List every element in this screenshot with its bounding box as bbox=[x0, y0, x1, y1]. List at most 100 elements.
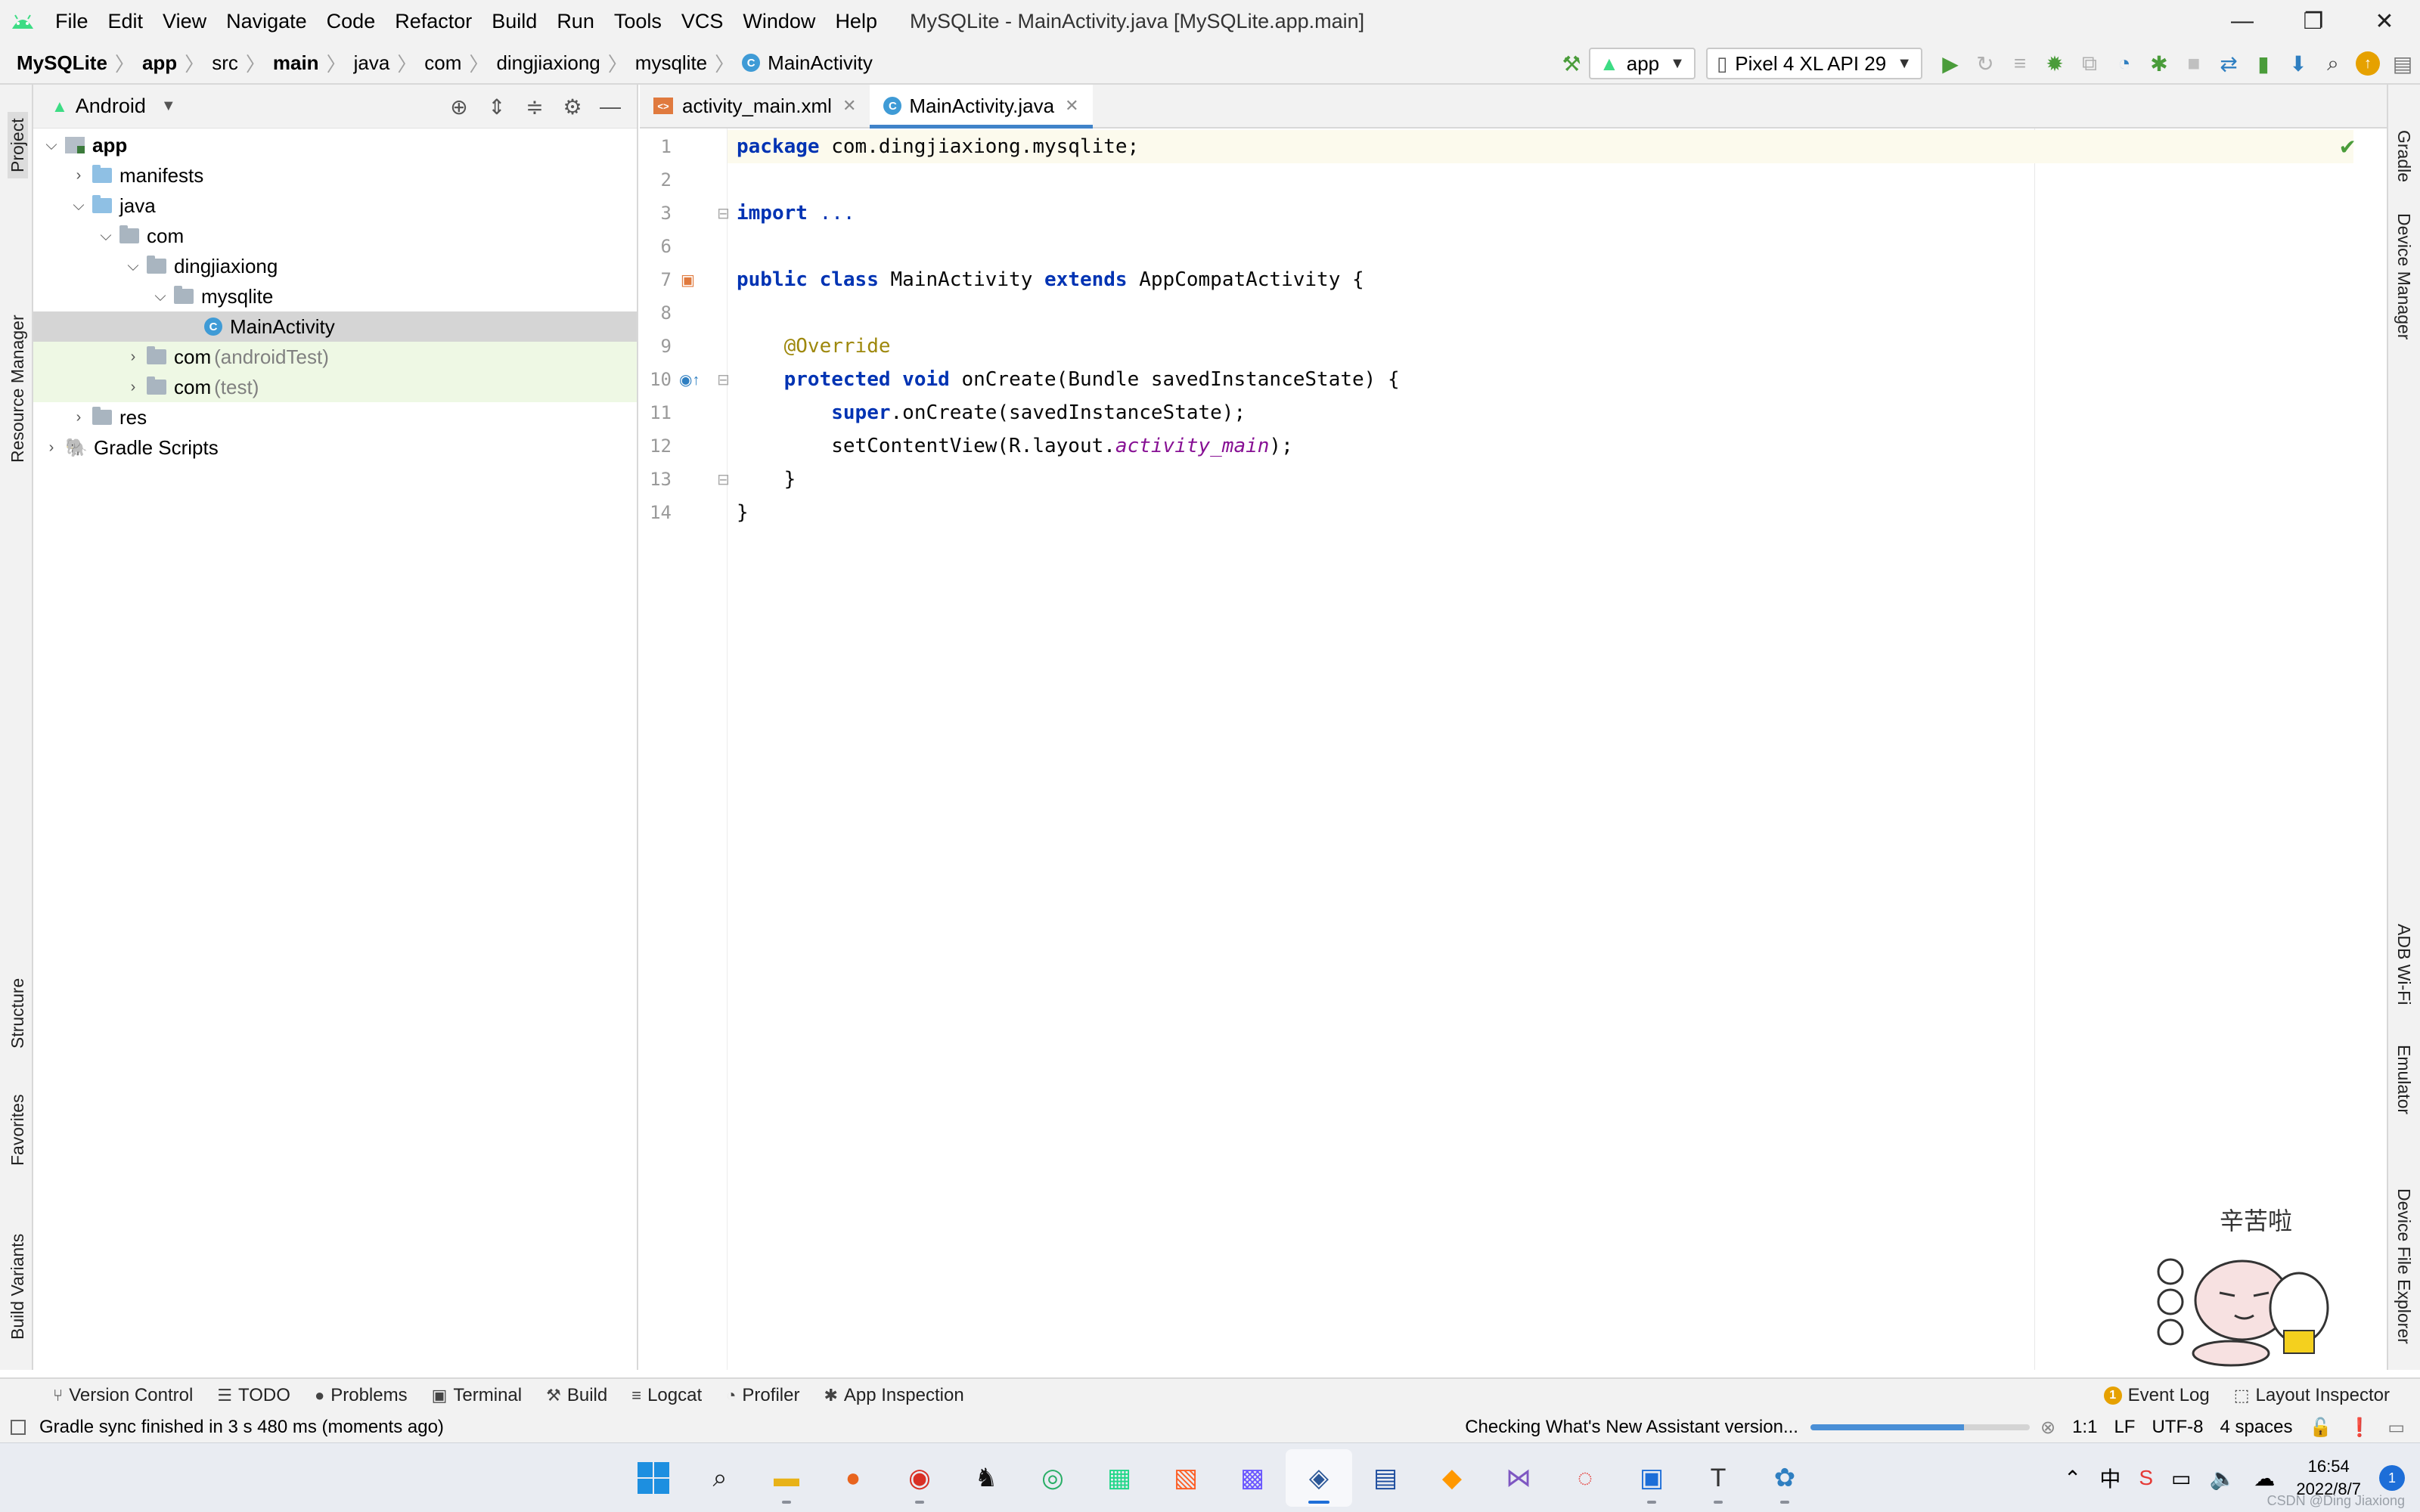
chevron-up-icon[interactable]: ⌃ bbox=[2064, 1466, 2081, 1491]
chevron-down-icon[interactable]: ⌵ bbox=[147, 288, 174, 305]
menu-window[interactable]: Window bbox=[733, 0, 825, 42]
tree-item-gradle-scripts[interactable]: › 🐘 Gradle Scripts bbox=[33, 432, 637, 463]
todo-tool[interactable]: ☰ TODO bbox=[217, 1385, 290, 1406]
event-log-tool[interactable]: 1 Event Log bbox=[2103, 1385, 2210, 1406]
chevron-down-icon[interactable]: ⌵ bbox=[65, 197, 92, 215]
run-config-select[interactable]: ▲ app ▼ bbox=[1589, 48, 1696, 79]
close-icon[interactable]: ✕ bbox=[842, 96, 856, 116]
logcat-tool[interactable]: ≡ Logcat bbox=[631, 1385, 702, 1406]
android-studio-icon[interactable]: ◈ bbox=[1286, 1449, 1352, 1507]
background-task-label[interactable]: Checking What's New Assistant version... bbox=[1465, 1417, 1798, 1438]
terminal-tool[interactable]: ▣ Terminal bbox=[432, 1385, 523, 1406]
breadcrumb-main[interactable]: main bbox=[273, 51, 319, 75]
chevron-right-icon[interactable]: › bbox=[119, 349, 147, 366]
cancel-task-icon[interactable]: ⊗ bbox=[2040, 1417, 2055, 1439]
swirl-app-icon[interactable]: ◌ bbox=[1552, 1449, 1618, 1507]
intellij-icon[interactable]: ▧ bbox=[1153, 1449, 1219, 1507]
profiler-tool[interactable]: ◔ Profiler bbox=[726, 1385, 799, 1406]
ime-indicator[interactable]: 中 bbox=[2099, 1463, 2121, 1493]
tree-item-java[interactable]: ⌵ java bbox=[33, 191, 637, 221]
tree-item-com-test[interactable]: › com (test) bbox=[33, 372, 637, 402]
tree-item-mysqlite[interactable]: ⌵ mysqlite bbox=[33, 281, 637, 311]
menu-vcs[interactable]: VCS bbox=[672, 0, 734, 42]
resource-manager-tool-tab[interactable]: Resource Manager bbox=[8, 314, 28, 463]
tree-item-dingjiaxiong[interactable]: ⌵ dingjiaxiong bbox=[33, 251, 637, 281]
tree-item-manifests[interactable]: › manifests bbox=[33, 160, 637, 191]
version-control-tool[interactable]: ⑂ Version Control bbox=[53, 1385, 193, 1406]
breadcrumb-com[interactable]: com bbox=[424, 51, 461, 75]
menu-file[interactable]: File bbox=[45, 0, 98, 42]
code-text[interactable]: package com.dingjiaxiong.mysqlite; impor… bbox=[728, 129, 2387, 1370]
search-icon[interactable]: ⌕ bbox=[2316, 46, 2350, 81]
breadcrumb-mysqlite[interactable]: mysqlite bbox=[635, 51, 707, 75]
related-layout-icon[interactable]: ▣ bbox=[681, 271, 695, 290]
search-icon[interactable]: ⌕ bbox=[687, 1449, 753, 1507]
problems-tool[interactable]: ● Problems bbox=[315, 1385, 408, 1406]
caret-position[interactable]: 1:1 bbox=[2072, 1417, 2097, 1438]
chevron-down-icon[interactable]: ⌵ bbox=[38, 137, 65, 154]
attach-debugger-icon[interactable]: ⧉ bbox=[2072, 46, 2107, 81]
project-tool-tab[interactable]: Project bbox=[8, 112, 28, 178]
app-inspection-tool[interactable]: ✱ App Inspection bbox=[824, 1385, 963, 1406]
chevron-right-icon[interactable]: › bbox=[65, 167, 92, 184]
breadcrumb-module[interactable]: app bbox=[142, 51, 177, 75]
file-explorer-icon[interactable]: ▬ bbox=[753, 1449, 820, 1507]
menu-help[interactable]: Help bbox=[825, 0, 887, 42]
pycharm-icon[interactable]: ▦ bbox=[1086, 1449, 1153, 1507]
restore-button[interactable]: ❐ bbox=[2278, 0, 2349, 42]
menu-build[interactable]: Build bbox=[482, 0, 547, 42]
make-project-hammer-icon[interactable]: ⚒ bbox=[1554, 46, 1589, 81]
menu-code[interactable]: Code bbox=[317, 0, 386, 42]
volume-icon[interactable]: 🔈 bbox=[2209, 1466, 2235, 1491]
lock-icon[interactable]: 🔓 bbox=[2310, 1417, 2332, 1439]
menu-navigate[interactable]: Navigate bbox=[216, 0, 317, 42]
start-button-icon[interactable] bbox=[620, 1449, 687, 1507]
build-tool[interactable]: ⚒ Build bbox=[546, 1385, 607, 1406]
debug-app-icon[interactable]: ✱ bbox=[2142, 46, 2176, 81]
locate-icon[interactable]: ⊕ bbox=[440, 94, 478, 119]
updates-icon[interactable]: ↑ bbox=[2350, 46, 2385, 81]
devcpp-icon[interactable]: ▤ bbox=[1352, 1449, 1419, 1507]
breadcrumb-src[interactable]: src bbox=[212, 51, 238, 75]
minimize-button[interactable]: — bbox=[2207, 0, 2278, 42]
tree-item-com[interactable]: ⌵ com bbox=[33, 221, 637, 251]
device-file-explorer-tool-tab[interactable]: Device File Explorer bbox=[2394, 1188, 2414, 1344]
tree-item-mainactivity[interactable]: C MainActivity bbox=[33, 311, 637, 342]
run-icon[interactable]: ▶ bbox=[1933, 46, 1968, 81]
line-separator[interactable]: LF bbox=[2114, 1417, 2135, 1438]
folded-imports[interactable]: ... bbox=[808, 202, 855, 225]
stop-icon[interactable]: ■ bbox=[2176, 46, 2211, 81]
tree-item-app[interactable]: ⌵ app bbox=[33, 130, 637, 160]
typora-icon[interactable]: T bbox=[1685, 1449, 1751, 1507]
debug-icon[interactable]: ✹ bbox=[2037, 46, 2072, 81]
avd-manager-icon[interactable]: ▮ bbox=[2246, 46, 2281, 81]
chevron-down-icon[interactable]: ⌵ bbox=[119, 258, 147, 275]
menu-tools[interactable]: Tools bbox=[604, 0, 672, 42]
file-encoding[interactable]: UTF-8 bbox=[2152, 1417, 2203, 1438]
menu-refactor[interactable]: Refactor bbox=[385, 0, 482, 42]
profile-icon[interactable]: ◔ bbox=[2107, 46, 2142, 81]
tab-mainactivity-java[interactable]: C MainActivity.java ✕ bbox=[870, 85, 1093, 129]
device-mirroring-icon[interactable]: ▤ bbox=[2385, 46, 2420, 81]
build-variants-tool-tab[interactable]: Build Variants bbox=[8, 1234, 28, 1340]
goland-icon[interactable]: ▩ bbox=[1219, 1449, 1286, 1507]
chevron-down-icon[interactable]: ⌵ bbox=[92, 228, 119, 245]
firefox-icon[interactable]: ● bbox=[820, 1449, 886, 1507]
cloud-icon[interactable]: ☁ bbox=[2254, 1466, 2275, 1491]
chrome-icon[interactable]: ◉ bbox=[886, 1449, 953, 1507]
memory-indicator-icon[interactable]: ▭ bbox=[2387, 1417, 2405, 1439]
indent-setting[interactable]: 4 spaces bbox=[2220, 1417, 2292, 1438]
network-icon[interactable]: ▭ bbox=[2171, 1466, 2191, 1491]
gear-icon[interactable]: ⚙ bbox=[554, 94, 591, 119]
sublime-icon[interactable]: ◆ bbox=[1419, 1449, 1485, 1507]
inspection-ok-icon[interactable]: ✔ bbox=[2339, 135, 2356, 160]
colorful-app-icon[interactable]: ✿ bbox=[1751, 1449, 1818, 1507]
project-view-label[interactable]: Android bbox=[76, 94, 146, 118]
close-window-button[interactable]: ✕ bbox=[2349, 0, 2420, 42]
adb-wifi-tool-tab[interactable]: ADB Wi-Fi bbox=[2394, 924, 2414, 1005]
notification-badge[interactable]: 1 bbox=[2379, 1465, 2405, 1491]
apply-changes-icon[interactable]: ↻ bbox=[1968, 46, 2003, 81]
breadcrumb-java[interactable]: java bbox=[354, 51, 390, 75]
layout-inspector-tool[interactable]: ⬚ Layout Inspector bbox=[2234, 1385, 2390, 1406]
emulator-tool-tab[interactable]: Emulator bbox=[2394, 1045, 2414, 1114]
